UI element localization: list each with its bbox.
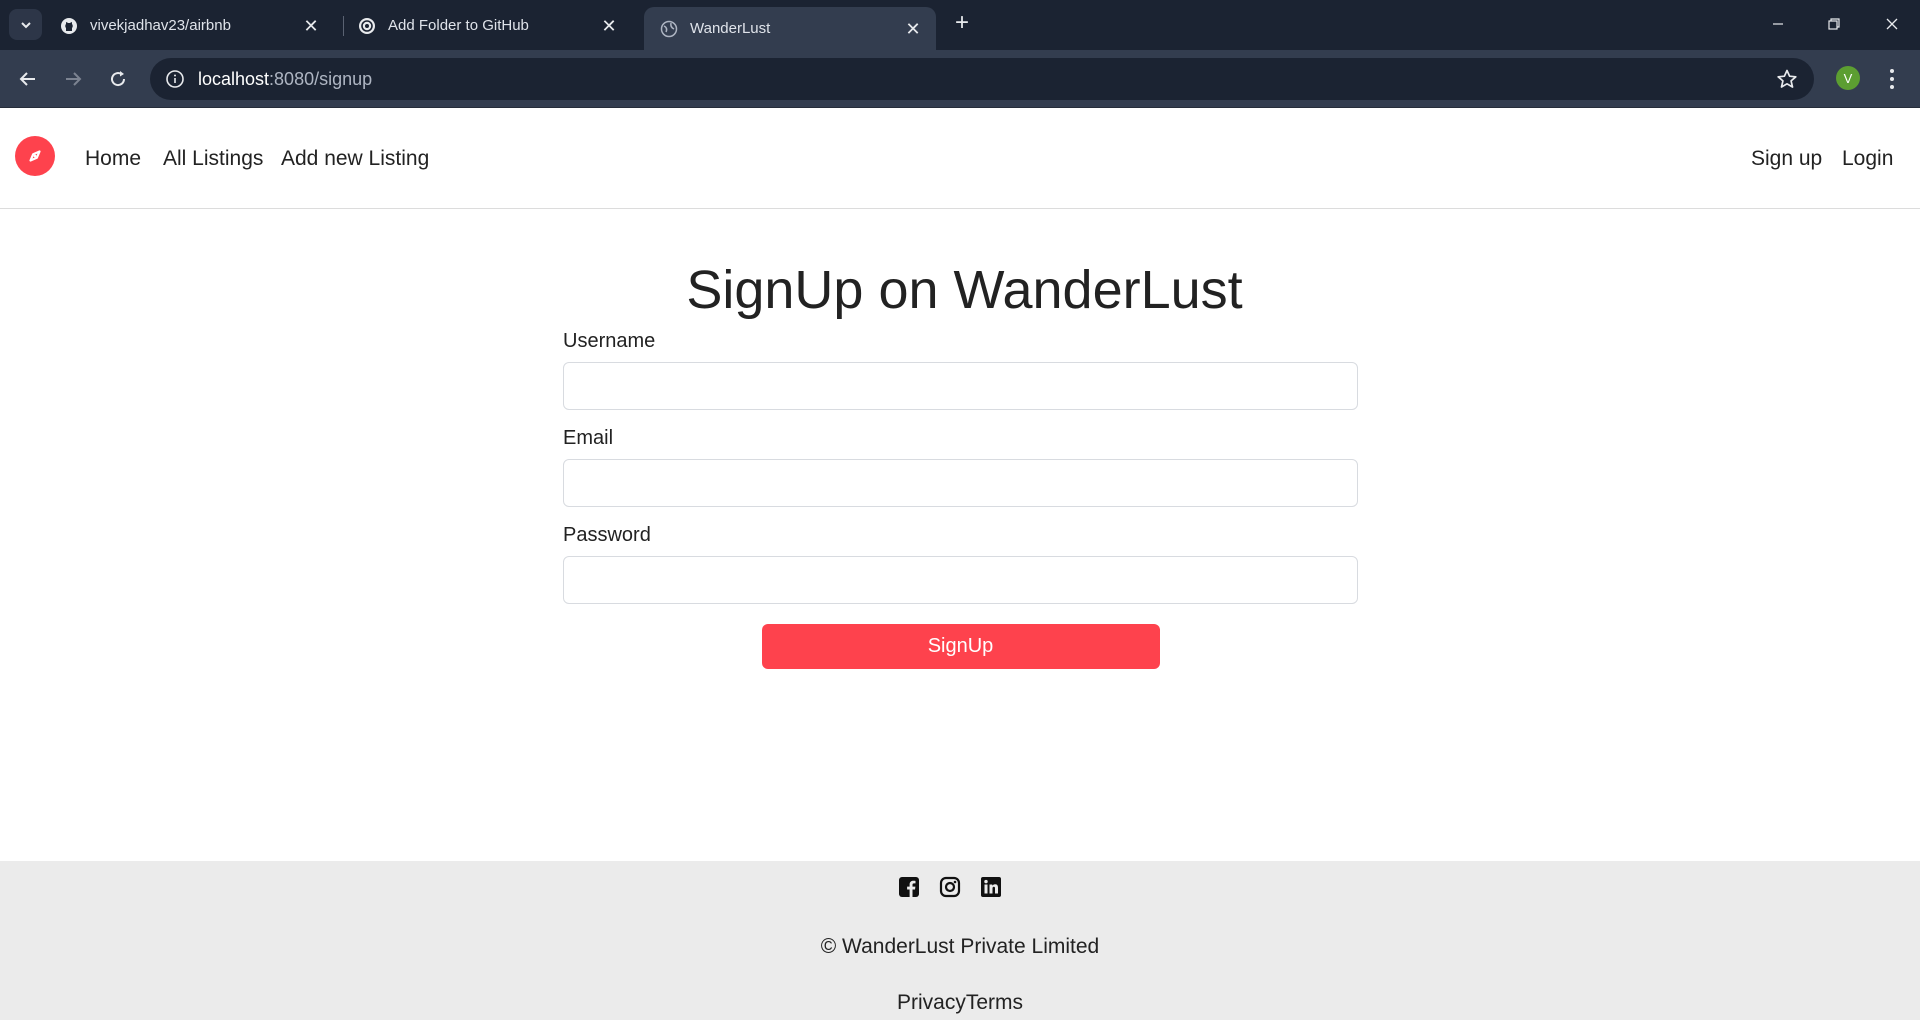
forward-button[interactable] [58, 64, 88, 94]
github-icon [60, 17, 78, 35]
signup-button[interactable]: SignUp [761, 624, 1160, 669]
username-label: Username [563, 330, 656, 352]
arrow-left-icon [19, 72, 35, 86]
email-label: Email [563, 427, 614, 449]
new-tab-button[interactable]: + [950, 11, 974, 36]
arrow-right-icon [66, 72, 82, 86]
browser-tabstrip: vivekjadhav23/airbnb ✕ Add Folder to Git… [0, 0, 1920, 50]
site-footer: © WanderLust Private Limited PrivacyTerm… [0, 861, 1920, 1020]
url-path: :8080/signup [269, 68, 373, 89]
username-input[interactable] [563, 362, 1358, 410]
compass-icon [29, 150, 41, 162]
password-input[interactable] [563, 556, 1358, 604]
browser-toolbar: localhost:8080/signup V [0, 50, 1920, 108]
restore-button[interactable] [1814, 10, 1854, 38]
brand-logo[interactable] [15, 136, 55, 176]
linkedin-icon[interactable] [980, 876, 1002, 898]
reload-icon [111, 71, 126, 87]
url-host: localhost [198, 68, 270, 89]
nav-all-listings[interactable]: All Listings [163, 147, 263, 171]
page-title: SignUp on WanderLust [686, 260, 1243, 320]
instagram-icon[interactable] [939, 876, 961, 898]
globe-icon [660, 20, 678, 38]
tab-title: vivekjadhav23/airbnb [90, 17, 231, 34]
facebook-icon[interactable] [898, 876, 920, 898]
password-label: Password [563, 524, 651, 546]
minimize-icon [1773, 23, 1783, 25]
close-icon[interactable]: ✕ [904, 20, 922, 38]
address-bar[interactable]: localhost:8080/signup [150, 58, 1814, 100]
email-input[interactable] [563, 459, 1358, 507]
close-window-button[interactable] [1872, 10, 1912, 38]
nav-login[interactable]: Login [1842, 147, 1893, 171]
restore-icon [1828, 18, 1840, 30]
minimize-button[interactable] [1758, 10, 1798, 38]
nav-add-new-listing[interactable]: Add new Listing [281, 147, 429, 171]
tab-title: Add Folder to GitHub [388, 17, 529, 34]
tab-search-button[interactable] [9, 9, 42, 40]
signup-form: SignUp on WanderLust Username Email Pass… [563, 259, 1358, 669]
site-info-icon[interactable] [164, 68, 186, 90]
browser-menu-icon[interactable] [1880, 64, 1904, 94]
nav-sign-up[interactable]: Sign up [1751, 147, 1822, 171]
close-icon[interactable]: ✕ [600, 17, 618, 35]
reload-button[interactable] [103, 64, 133, 94]
browser-tab-3-active[interactable]: WanderLust ✕ [644, 7, 936, 50]
copyright-text: © WanderLust Private Limited [820, 935, 1100, 958]
browser-tab-1[interactable]: vivekjadhav23/airbnb ✕ [44, 7, 334, 44]
chevron-down-icon [20, 21, 31, 28]
social-links [898, 876, 1002, 898]
bookmark-star-icon[interactable] [1776, 68, 1798, 90]
close-icon[interactable]: ✕ [302, 17, 320, 35]
site-navbar: Home All Listings Add new Listing Sign u… [0, 109, 1920, 209]
privacy-terms-links[interactable]: PrivacyTerms [0, 991, 1920, 1015]
nav-home[interactable]: Home [85, 147, 141, 171]
browser-tab-2[interactable]: Add Folder to GitHub ✕ [342, 7, 632, 44]
close-icon [1886, 18, 1898, 30]
web-page: Home All Listings Add new Listing Sign u… [0, 109, 1920, 1020]
profile-avatar[interactable]: V [1836, 66, 1860, 90]
back-button[interactable] [13, 64, 43, 94]
tab-title: WanderLust [690, 20, 771, 37]
openai-icon [358, 17, 376, 35]
